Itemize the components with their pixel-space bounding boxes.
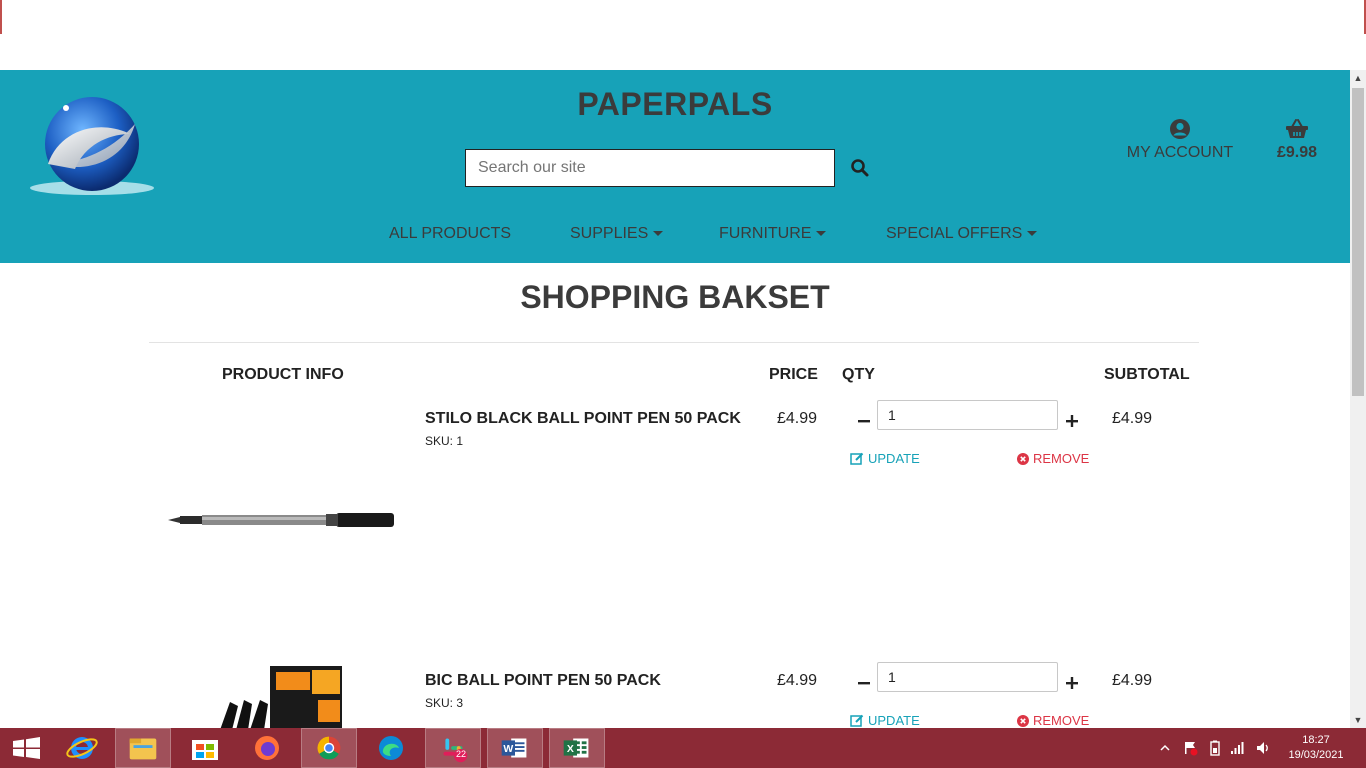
nav-all-products-label: ALL PRODUCTS (389, 225, 512, 242)
update-link[interactable]: UPDATE (850, 713, 920, 728)
header-subtotal: SUBTOTAL (1104, 366, 1190, 383)
minus-icon[interactable] (856, 413, 872, 429)
nav-supplies[interactable]: SUPPLIES (570, 225, 664, 243)
product-sku: SKU: 3 (425, 696, 464, 710)
basket-link[interactable]: £9.98 (1266, 118, 1328, 162)
product-image-pen[interactable] (166, 505, 396, 535)
slack-badge: 22 (455, 749, 466, 759)
file-explorer-icon[interactable] (115, 728, 171, 768)
windows-taskbar: 22 W X 18:27 19/03/2021 (0, 728, 1366, 768)
site-header: PAPERPALS MY ACCOUNT £9.98 (0, 70, 1350, 263)
volume-icon[interactable] (1255, 740, 1271, 756)
caret-down-icon (653, 231, 664, 236)
svg-text:X: X (567, 744, 574, 755)
nav-furniture-label: FURNITURE (719, 225, 812, 242)
product-image-bic-pens[interactable] (220, 666, 344, 728)
update-link[interactable]: UPDATE (850, 451, 920, 466)
nav-special-offers[interactable]: SPECIAL OFFERS (886, 225, 1038, 243)
product-subtotal: £4.99 (1112, 410, 1153, 427)
nav-supplies-label: SUPPLIES (570, 225, 649, 242)
basket-total: £9.98 (1276, 144, 1318, 161)
battery-icon[interactable] (1207, 740, 1223, 756)
divider (149, 342, 1199, 343)
slack-icon[interactable] (425, 728, 481, 768)
minus-icon[interactable] (856, 675, 872, 691)
caret-down-icon (1027, 231, 1038, 236)
main-nav: ALL PRODUCTS SUPPLIES FURNITURE SPECIAL … (0, 225, 1350, 247)
header-product-info: PRODUCT INFO (222, 366, 344, 383)
scroll-up-arrow-icon[interactable]: ▲ (1350, 70, 1366, 86)
header-qty: QTY (842, 366, 875, 383)
product-name[interactable]: STILO BLACK BALL POINT PEN 50 PACK (425, 410, 741, 428)
browser-top-strip (0, 0, 1366, 70)
shopping-basket-icon (1286, 119, 1308, 138)
edit-icon (850, 714, 864, 727)
chrome-icon[interactable] (301, 728, 357, 768)
user-circle-icon (1170, 119, 1190, 139)
times-circle-icon (1017, 453, 1029, 465)
header-price: PRICE (769, 366, 818, 383)
edge-icon[interactable] (363, 728, 419, 768)
scroll-down-arrow-icon[interactable]: ▼ (1350, 712, 1366, 728)
search-input[interactable] (465, 149, 835, 187)
product-subtotal: £4.99 (1112, 672, 1153, 689)
times-circle-icon (1017, 715, 1029, 727)
system-clock[interactable]: 18:27 19/03/2021 (1278, 733, 1354, 763)
search-icon[interactable] (850, 158, 870, 178)
remove-link[interactable]: REMOVE (1017, 451, 1089, 466)
internet-explorer-icon[interactable] (54, 728, 110, 768)
page-title: SHOPPING BAKSET (520, 279, 830, 315)
caret-down-icon (816, 231, 827, 236)
firefox-icon[interactable] (239, 728, 295, 768)
window-border-left (0, 0, 2, 34)
product-price: £4.99 (777, 672, 818, 689)
show-hidden-icons-icon[interactable] (1160, 744, 1170, 752)
page: PAPERPALS MY ACCOUNT £9.98 (0, 70, 1350, 728)
quantity-input[interactable]: 1 (877, 400, 1058, 430)
remove-label: REMOVE (1033, 451, 1090, 466)
nav-special-offers-label: SPECIAL OFFERS (886, 225, 1023, 242)
action-center-flag-icon[interactable] (1182, 740, 1198, 756)
excel-icon[interactable]: X (549, 728, 605, 768)
start-icon[interactable] (0, 728, 56, 768)
word-icon[interactable]: W (487, 728, 543, 768)
remove-link[interactable]: REMOVE (1017, 713, 1089, 728)
plus-icon[interactable] (1064, 413, 1080, 429)
store-icon[interactable] (177, 728, 233, 768)
update-label: UPDATE (868, 713, 920, 728)
quantity-input[interactable]: 1 (877, 662, 1058, 692)
product-sku: SKU: 1 (425, 434, 464, 448)
nav-all-products[interactable]: ALL PRODUCTS (389, 225, 511, 243)
product-name[interactable]: BIC BALL POINT PEN 50 PACK (425, 672, 661, 690)
svg-text:W: W (503, 744, 513, 755)
clock-time: 18:27 (1302, 734, 1330, 746)
my-account-label: MY ACCOUNT (1126, 144, 1234, 161)
product-price: £4.99 (777, 410, 818, 427)
plus-icon[interactable] (1064, 675, 1080, 691)
scrollbar-thumb[interactable] (1352, 88, 1364, 396)
remove-label: REMOVE (1033, 713, 1090, 728)
clock-date: 19/03/2021 (1288, 749, 1344, 761)
my-account-link[interactable]: MY ACCOUNT (1120, 118, 1240, 162)
nav-furniture[interactable]: FURNITURE (719, 225, 827, 243)
update-label: UPDATE (868, 451, 920, 466)
network-signal-icon[interactable] (1230, 740, 1246, 756)
edit-icon (850, 452, 864, 465)
page-scrollbar[interactable]: ▲ ▼ (1350, 70, 1366, 728)
